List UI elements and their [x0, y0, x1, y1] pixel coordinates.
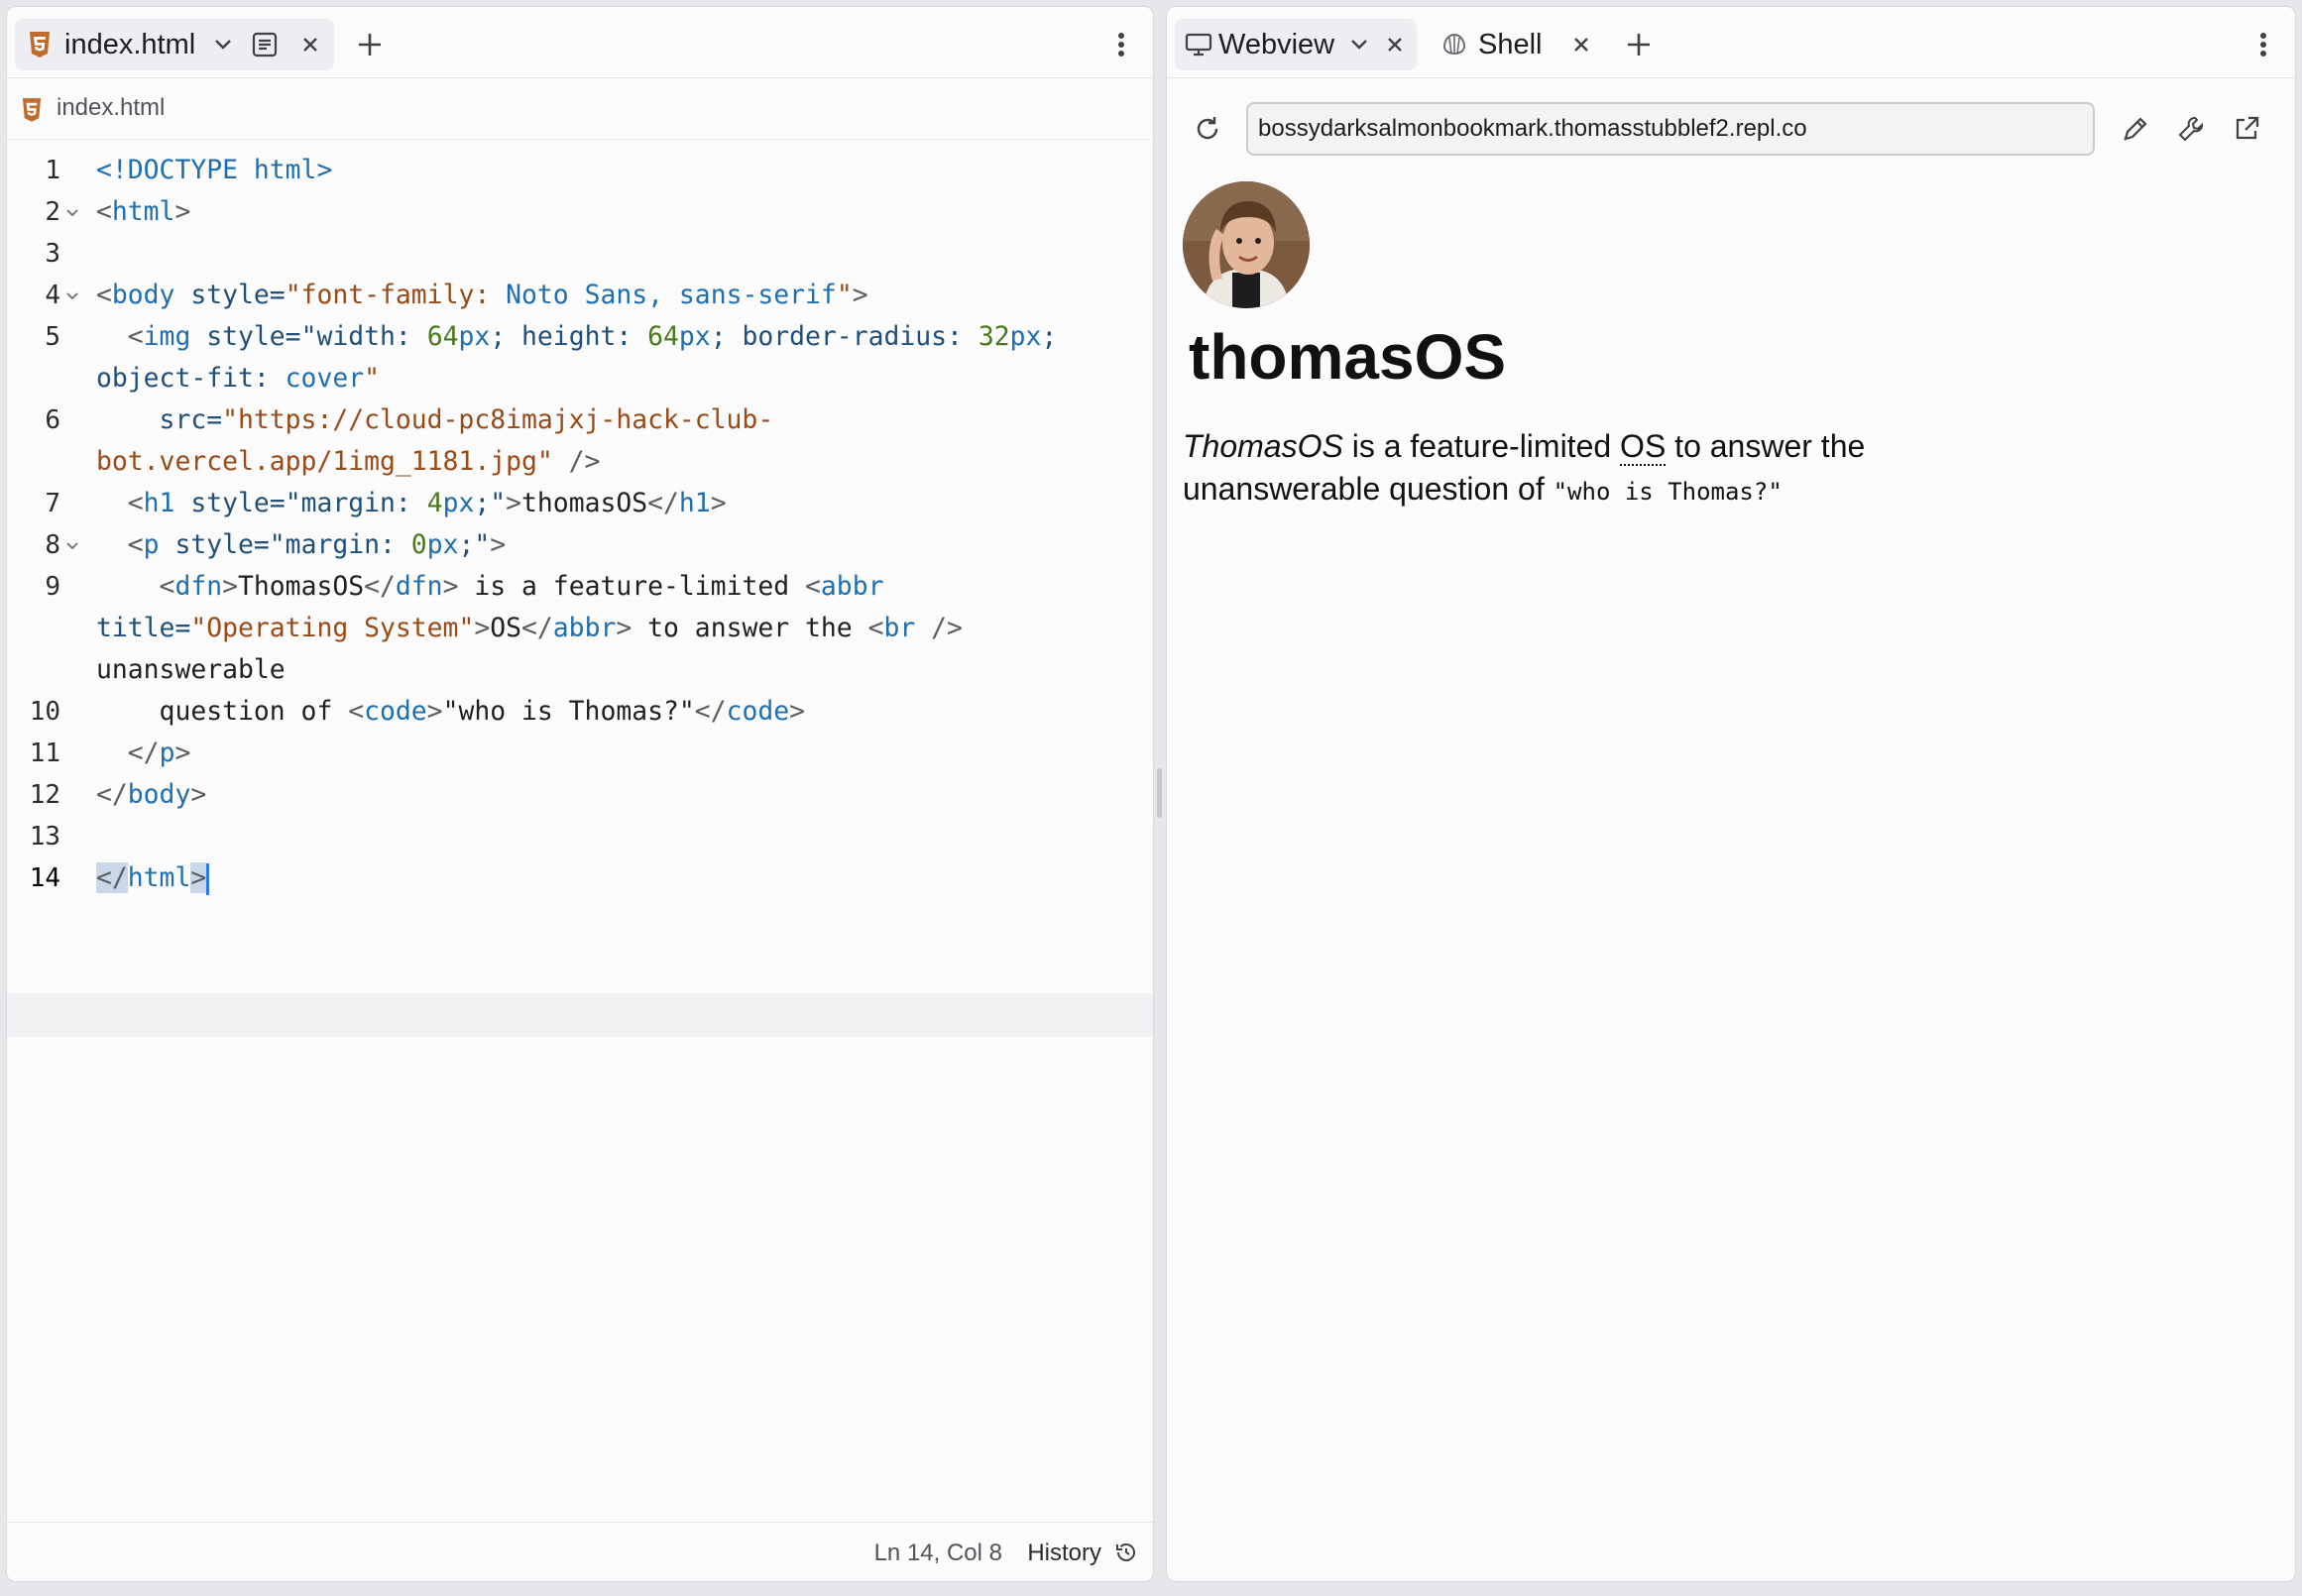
- webview-tabbar: Webview Shell: [1167, 7, 2295, 78]
- fold-chevron-icon[interactable]: [64, 538, 80, 554]
- line-number: 14: [29, 863, 60, 893]
- url-input[interactable]: bossydarksalmonbookmark.thomasstubblef2.…: [1246, 102, 2095, 156]
- code-line: object-fit: cover": [96, 363, 381, 394]
- tab-index-html[interactable]: index.html: [15, 19, 334, 70]
- line-number: 12: [29, 780, 60, 810]
- pencil-icon[interactable]: [2119, 112, 2152, 146]
- pane-splitter-handle[interactable]: [1157, 768, 1162, 818]
- code-line: </body>: [96, 779, 207, 810]
- more-vertical-icon[interactable]: [1111, 31, 1131, 58]
- editor-pane: index.html index.html 1 2 3 4 5 6 7 8 9 …: [6, 6, 1154, 1582]
- url-bar-row: bossydarksalmonbookmark.thomasstubblef2.…: [1167, 78, 2295, 177]
- code-line: </html>: [96, 857, 210, 899]
- paragraph-text: is a feature-limited: [1342, 428, 1621, 464]
- webview-pane: Webview Shell bossydarksalmonbookmark.th…: [1166, 6, 2296, 1582]
- line-number: 13: [29, 822, 60, 852]
- code-line: title="Operating System">OS</abbr> to an…: [96, 613, 963, 643]
- tab-label: Shell: [1478, 29, 1543, 60]
- plus-icon[interactable]: [356, 31, 384, 58]
- tab-label: index.html: [64, 29, 196, 60]
- tab-webview[interactable]: Webview: [1175, 19, 1417, 70]
- html5-icon: [29, 32, 51, 57]
- history-icon[interactable]: [1113, 1539, 1139, 1565]
- code-line: <body style="font-family: Noto Sans, san…: [96, 280, 868, 310]
- breadcrumb-filename[interactable]: index.html: [57, 94, 165, 122]
- avatar: [1183, 181, 1310, 308]
- tab-label: Webview: [1218, 29, 1335, 60]
- code-line: bot.vercel.app/1img_1181.jpg" />: [96, 446, 601, 477]
- external-link-icon[interactable]: [2230, 112, 2263, 146]
- current-line-highlight: [7, 993, 1153, 1037]
- plus-icon[interactable]: [1625, 31, 1653, 58]
- line-number: 8: [45, 530, 60, 560]
- code-line: question of <code>"who is Thomas?"</code…: [96, 696, 806, 727]
- cursor-position[interactable]: Ln 14, Col 8: [874, 1539, 1002, 1567]
- abbreviation-os[interactable]: OS: [1620, 428, 1667, 466]
- editor-tabbar: index.html: [7, 7, 1153, 78]
- code-line: <p style="margin: 0px;">: [96, 529, 507, 560]
- line-number: 1: [45, 156, 60, 185]
- code-line: </p>: [96, 738, 191, 768]
- code-line: src="https://cloud-pc8imajxj-hack-club-: [96, 404, 774, 435]
- page-paragraph: ThomasOS is a feature-limited OS to answ…: [1183, 425, 1976, 513]
- wrench-icon[interactable]: [2174, 112, 2208, 146]
- close-icon[interactable]: [1569, 33, 1593, 57]
- close-icon[interactable]: [1383, 33, 1407, 57]
- line-number: 4: [45, 281, 60, 310]
- chevron-down-icon[interactable]: [213, 35, 233, 55]
- code-line: <img style="width: 64px; height: 64px; b…: [96, 321, 1058, 352]
- html5-icon: [21, 98, 43, 122]
- close-icon[interactable]: [298, 33, 322, 57]
- code-line: <dfn>ThomasOS</dfn> is a feature-limited…: [96, 571, 884, 602]
- line-number: 2: [45, 197, 60, 227]
- refresh-icon[interactable]: [1191, 112, 1224, 146]
- line-number: 6: [45, 405, 60, 435]
- status-bar: Ln 14, Col 8 History: [7, 1522, 1153, 1581]
- page-heading: thomasOS: [1189, 321, 1507, 393]
- paragraph-text: unanswerable question of: [1183, 471, 1554, 507]
- tab-shell[interactable]: Shell: [1435, 19, 1613, 70]
- line-number: 9: [45, 572, 60, 602]
- line-number: 3: [45, 239, 60, 269]
- more-vertical-icon[interactable]: [2253, 31, 2273, 58]
- code-line: <html>: [96, 196, 191, 227]
- fold-chevron-icon[interactable]: [64, 205, 80, 221]
- code-line: unanswerable: [96, 654, 286, 685]
- history-button[interactable]: History: [1027, 1539, 1101, 1567]
- definition-term: ThomasOS: [1183, 428, 1343, 464]
- code-line: <!DOCTYPE html>: [96, 155, 333, 185]
- shell-icon: [1440, 31, 1468, 58]
- code-line: <h1 style="margin: 4px;">thomasOS</h1>: [96, 488, 727, 518]
- markdown-icon[interactable]: [251, 31, 279, 58]
- chevron-down-icon[interactable]: [1349, 35, 1369, 55]
- text-cursor: [206, 862, 210, 895]
- inline-code: "who is Thomas?": [1553, 478, 1783, 506]
- line-number: 7: [45, 489, 60, 518]
- paragraph-text: to answer the: [1666, 428, 1866, 464]
- line-number: 10: [29, 697, 60, 727]
- line-number: 5: [45, 322, 60, 352]
- fold-chevron-icon[interactable]: [64, 288, 80, 304]
- line-number: 11: [29, 739, 60, 768]
- breadcrumb: index.html: [7, 78, 1153, 140]
- monitor-icon: [1185, 32, 1212, 57]
